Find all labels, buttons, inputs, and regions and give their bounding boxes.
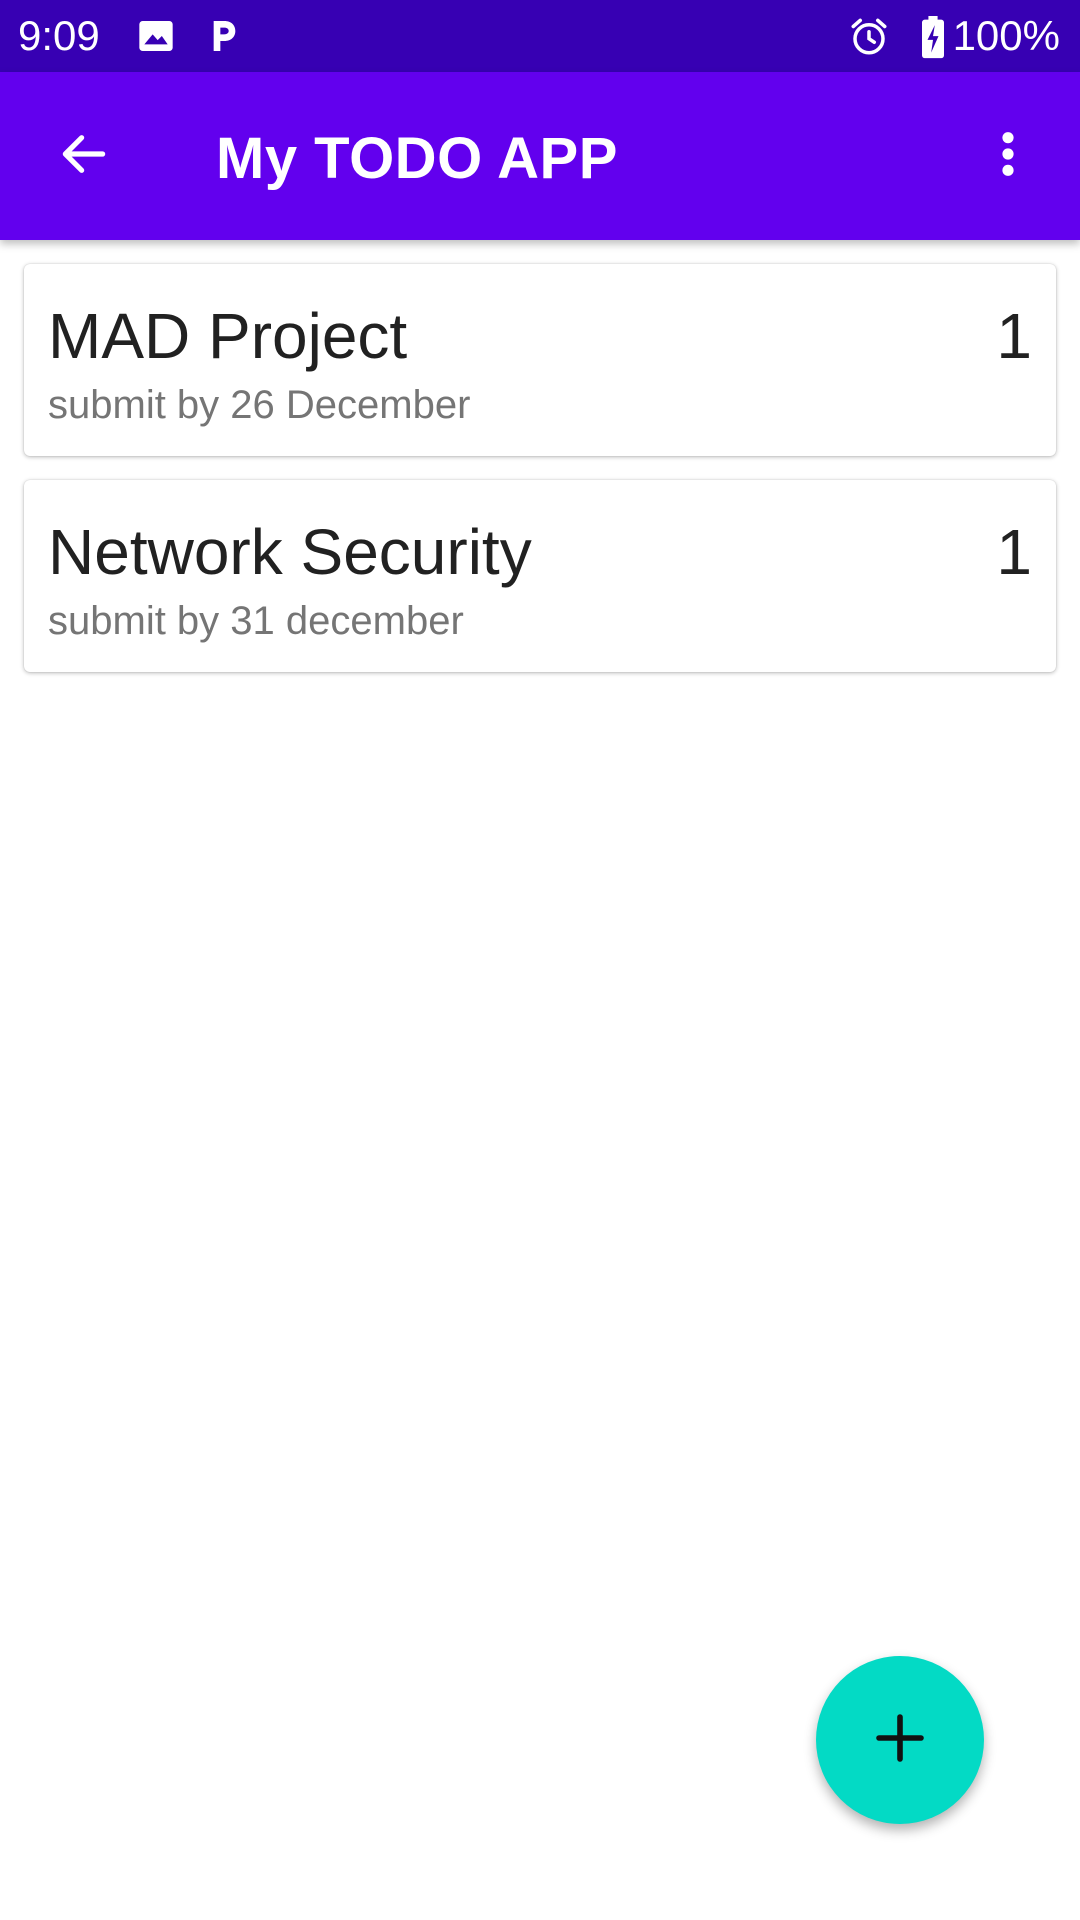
todo-count: 1 bbox=[996, 516, 1032, 588]
add-todo-fab[interactable] bbox=[816, 1656, 984, 1824]
todo-title: Network Security bbox=[48, 516, 532, 588]
arrow-back-icon bbox=[56, 126, 112, 187]
todo-card[interactable]: MAD Project submit by 26 December 1 bbox=[24, 264, 1056, 456]
todo-subtitle: submit by 26 December bbox=[48, 383, 471, 427]
todo-subtitle: submit by 31 december bbox=[48, 599, 464, 643]
more-vert-icon bbox=[998, 126, 1018, 187]
overflow-menu-button[interactable] bbox=[966, 114, 1050, 198]
app-bar: My TODO APP bbox=[0, 72, 1080, 240]
alarm-icon bbox=[848, 16, 888, 56]
screen: 9:09 100% My TODO APP MAD Project submit… bbox=[0, 0, 1080, 1920]
todo-card[interactable]: Network Security submit by 31 december 1 bbox=[24, 480, 1056, 672]
status-bar: 9:09 100% bbox=[0, 0, 1080, 72]
status-time: 9:09 bbox=[18, 12, 100, 59]
image-icon bbox=[136, 16, 176, 56]
add-icon bbox=[872, 1710, 928, 1771]
battery-percent: 100% bbox=[952, 12, 1060, 59]
parking-icon bbox=[202, 16, 242, 56]
todo-title: MAD Project bbox=[48, 300, 408, 372]
todo-list: MAD Project submit by 26 December 1 Netw… bbox=[24, 264, 1056, 696]
back-button[interactable] bbox=[42, 114, 126, 198]
todo-count: 1 bbox=[996, 300, 1032, 372]
page-title: My TODO APP bbox=[216, 126, 618, 191]
